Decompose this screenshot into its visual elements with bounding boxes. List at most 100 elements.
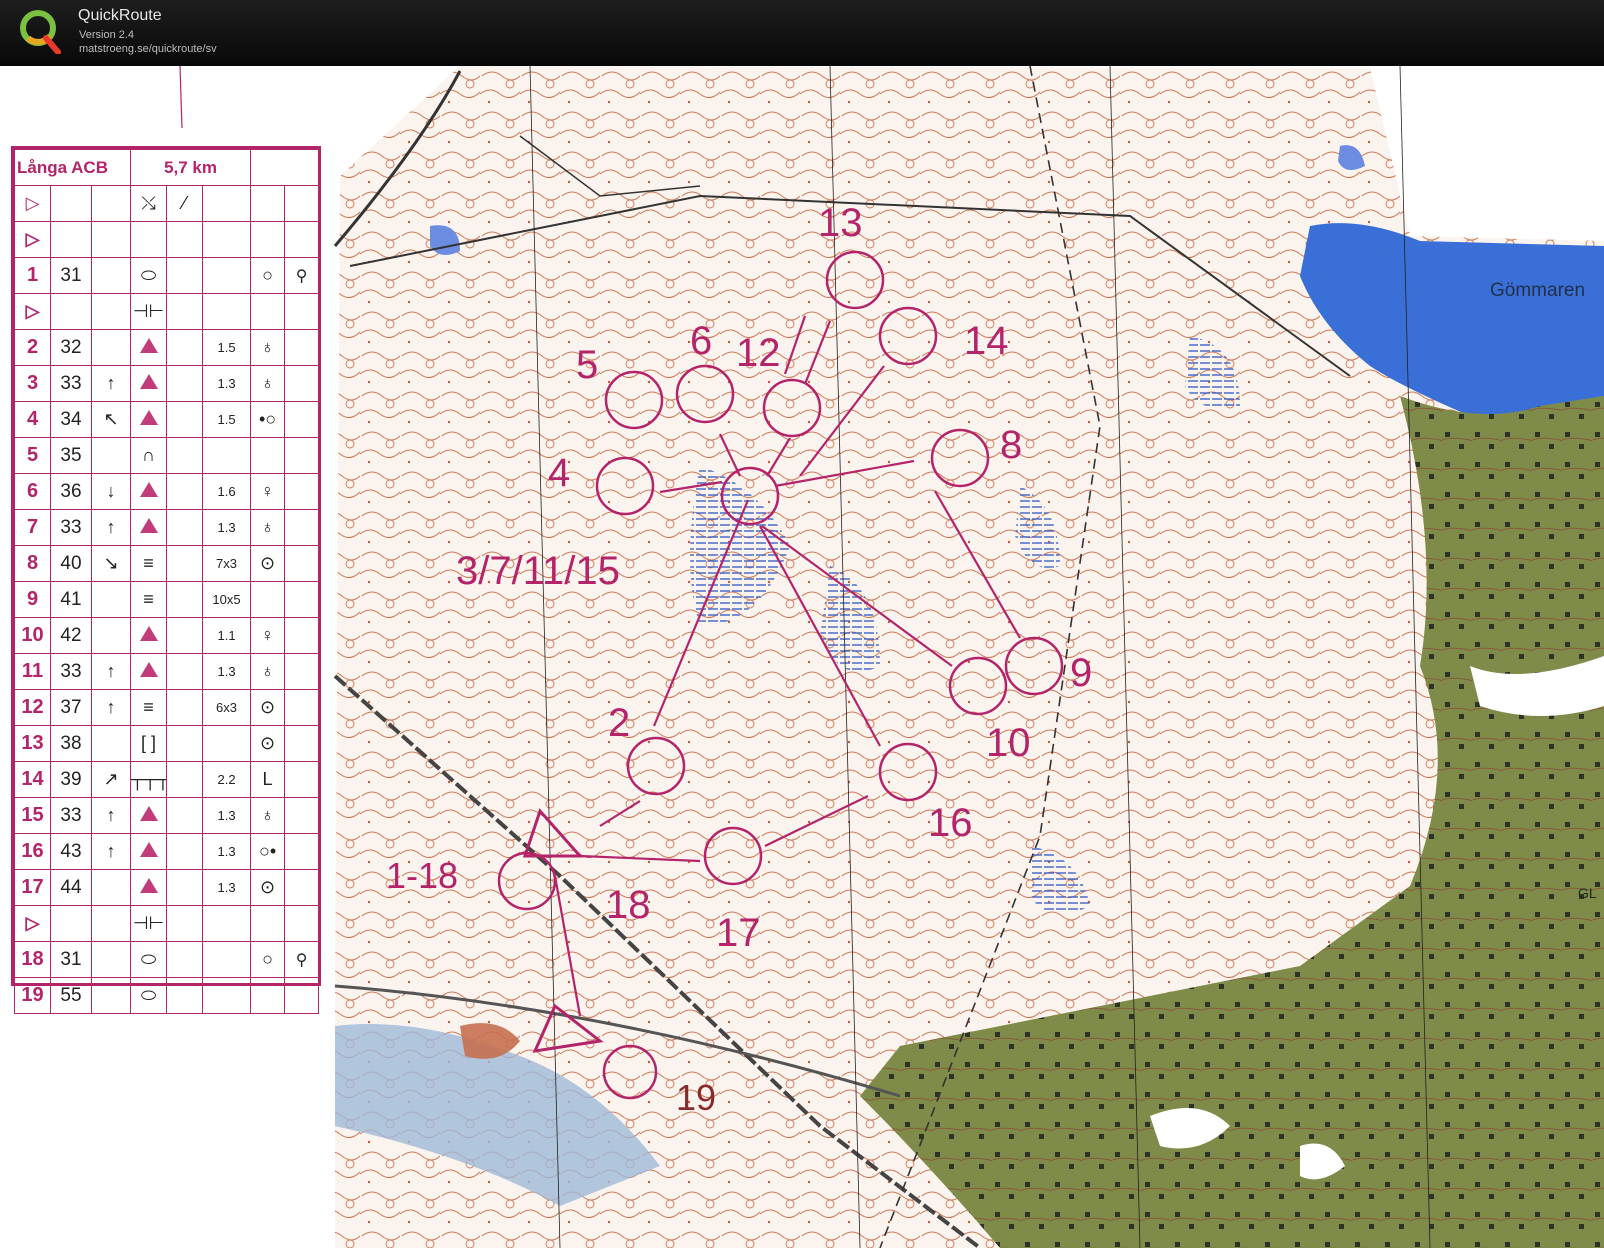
extra-icon <box>284 509 320 546</box>
appearance-icon: ♁ <box>250 509 286 546</box>
dimension-value <box>202 941 252 978</box>
control-code: 33 <box>50 797 92 834</box>
empty-cell <box>166 797 204 834</box>
direction-icon <box>90 617 132 654</box>
direction-icon: ↗ <box>90 761 132 798</box>
dimension-value: 1.3 <box>202 833 252 870</box>
control-number: 12 <box>14 689 51 726</box>
control-row: 16 43 ↑ 1.3 ○• <box>14 833 320 870</box>
feature-icon: ≡ <box>130 689 168 726</box>
feature-icon <box>130 509 168 546</box>
label-c12: 12 <box>736 331 781 375</box>
control-number: 4 <box>14 401 51 438</box>
dimension-value: 1.3 <box>202 365 252 402</box>
lake-label: Gömmaren <box>1490 280 1585 301</box>
control-code: 33 <box>50 509 92 546</box>
appearance-icon <box>250 293 286 330</box>
empty-cell <box>166 473 204 510</box>
control-row: 19 55 ⬭ <box>14 977 320 1014</box>
control-code: 35 <box>50 437 92 474</box>
control-code: 41 <box>50 581 92 618</box>
empty-cell <box>166 977 204 1014</box>
empty-cell <box>166 545 204 582</box>
dimension-value: 7x3 <box>202 545 252 582</box>
start-symbol-icon: ▷ <box>14 905 51 942</box>
control-code: 43 <box>50 833 92 870</box>
empty-cell <box>166 581 204 618</box>
appearance-icon: ♁ <box>250 329 286 366</box>
control-number: 10 <box>14 617 51 654</box>
quickroute-logo-icon <box>20 10 61 54</box>
empty-cell <box>166 365 204 402</box>
control-row: 12 37 ↑ ≡ 6x3 ⊙ <box>14 689 320 726</box>
extra-icon <box>284 797 320 834</box>
dimension-value: 10x5 <box>202 581 252 618</box>
appearance-icon: ♁ <box>250 653 286 690</box>
dimension-value <box>202 293 252 330</box>
label-c19: 19 <box>676 1077 716 1118</box>
empty-cell <box>166 509 204 546</box>
feature-icon: [ ] <box>130 725 168 762</box>
control-row: 6 36 ↓ 1.6 ♀ <box>14 473 320 510</box>
control-number: 14 <box>14 761 51 798</box>
label-c13: 13 <box>818 201 863 245</box>
control-code: 32 <box>50 329 92 366</box>
control-code: 34 <box>50 401 92 438</box>
extra-icon <box>284 437 320 474</box>
control-row: ▷ ⊣⊢ <box>14 905 320 942</box>
direction-icon: ↖ <box>90 401 132 438</box>
extra-icon <box>284 869 320 906</box>
course-length: 5,7 km <box>130 149 252 186</box>
control-code: 40 <box>50 545 92 582</box>
control-code: 33 <box>50 365 92 402</box>
app-url: matstroeng.se/quickroute/sv <box>79 43 217 55</box>
label-c9: 9 <box>1070 651 1092 695</box>
appearance-icon: •○ <box>250 401 286 438</box>
control-number: 11 <box>14 653 51 690</box>
direction-icon: ↑ <box>90 365 132 402</box>
extra-icon <box>284 545 320 582</box>
label-c5: 5 <box>576 343 598 387</box>
control-number: 15 <box>14 797 51 834</box>
title-bar: QuickRoute Version 2.4 matstroeng.se/qui… <box>0 0 1604 66</box>
dimension-value: 6x3 <box>202 689 252 726</box>
label-c17: 17 <box>716 911 761 955</box>
control-code <box>50 293 92 330</box>
feature-icon: ⊣⊢ <box>130 293 168 330</box>
feature-icon <box>130 653 168 690</box>
feature-icon <box>130 401 168 438</box>
dimension-value: 1.3 <box>202 869 252 906</box>
direction-icon: ↑ <box>90 833 132 870</box>
extra-icon <box>284 401 320 438</box>
course-name: Långa ACB <box>13 149 132 186</box>
map-view[interactable]: Gömmaren 13 6 12 14 5 8 4 3/7/11/15 2 9 … <box>0 66 1604 1248</box>
feature-icon: ≡ <box>130 545 168 582</box>
extra-icon <box>284 617 320 654</box>
dimension-value <box>202 257 252 294</box>
extra-icon <box>284 581 320 618</box>
control-number: 7 <box>14 509 51 546</box>
control-code: 33 <box>50 653 92 690</box>
appearance-icon: ○ <box>250 257 286 294</box>
control-code: 42 <box>50 617 92 654</box>
appearance-icon: ♀ <box>250 617 286 654</box>
direction-icon <box>90 437 132 474</box>
dimension-value: 1.3 <box>202 653 252 690</box>
dimension-value <box>202 977 252 1014</box>
extra-icon: ⚲ <box>284 257 320 294</box>
extra-icon: ⚲ <box>284 941 320 978</box>
extra-icon <box>284 329 320 366</box>
control-row: 1 31 ⬭ ○ ⚲ <box>14 257 320 294</box>
appearance-icon: ♀ <box>250 473 286 510</box>
control-number: 9 <box>14 581 51 618</box>
direction-icon <box>90 725 132 762</box>
label-gl: GL <box>1578 885 1597 901</box>
extra-icon <box>284 833 320 870</box>
extra-icon <box>284 365 320 402</box>
appearance-icon <box>250 977 286 1014</box>
feature-icon: ⬭ <box>130 257 168 294</box>
control-row: 13 38 [ ] ⊙ <box>14 725 320 762</box>
control-code: 37 <box>50 689 92 726</box>
feature-icon: ≡ <box>130 581 168 618</box>
empty-cell <box>166 833 204 870</box>
